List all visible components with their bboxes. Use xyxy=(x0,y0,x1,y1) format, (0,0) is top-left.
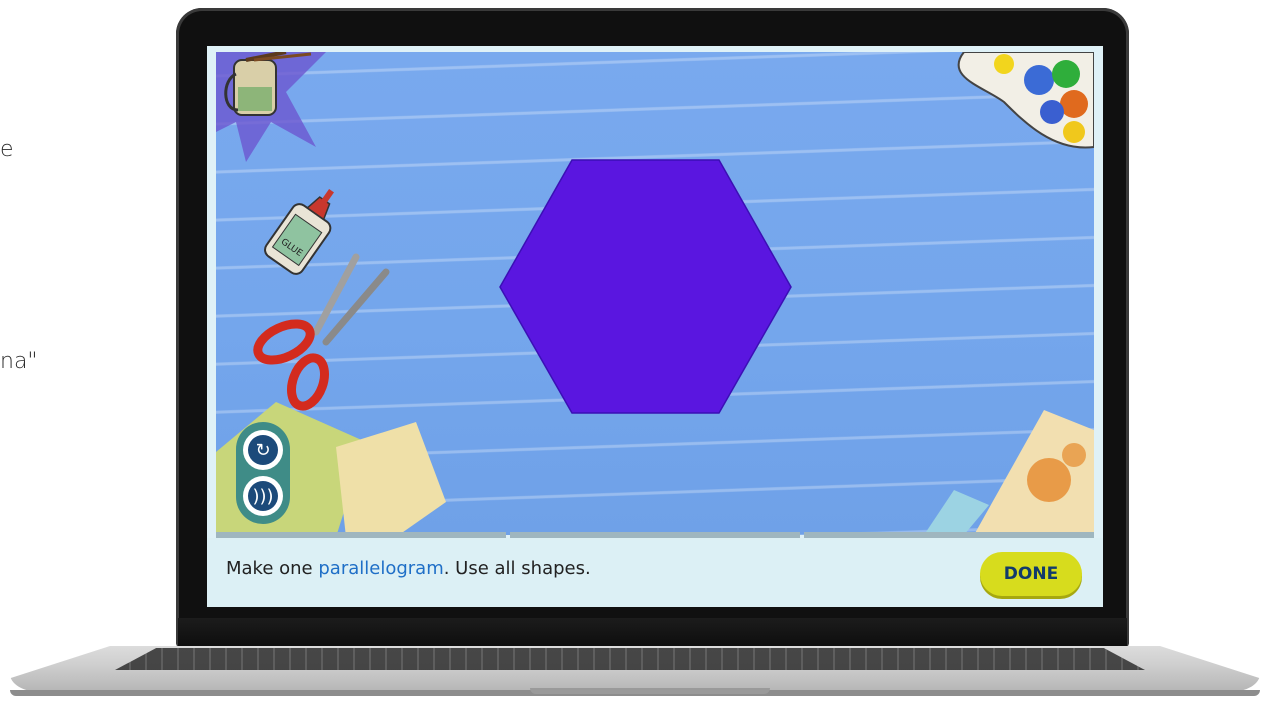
laptop-bezel-bottom xyxy=(178,618,1127,648)
laptop-keyboard xyxy=(115,648,1145,670)
side-controls: ↻ ))) xyxy=(236,422,290,524)
app-screen: GLUE ↻))) Make one parallelogram. Use a… xyxy=(207,46,1103,607)
done-button[interactable]: DONE xyxy=(980,552,1082,596)
scissors-decoration xyxy=(253,253,390,411)
speaker-icon: ))) xyxy=(248,481,278,511)
instruction-prefix: Make one xyxy=(226,558,319,579)
painted-paper-decoration xyxy=(924,410,1094,535)
instruction-suffix: . Use all shapes. xyxy=(443,558,591,579)
instruction-text: Make one parallelogram. Use all shapes. xyxy=(226,558,591,579)
paint-palette-decoration xyxy=(957,52,1094,149)
hexagon-shape[interactable] xyxy=(499,159,793,415)
reset-button[interactable]: ↻ xyxy=(243,430,283,470)
background-text-fragment: e xyxy=(0,137,14,162)
instruction-bar: Make one parallelogram. Use all shapes. … xyxy=(207,538,1103,607)
play-area: GLUE ↻))) xyxy=(216,52,1094,535)
audio-button[interactable]: ))) xyxy=(243,476,283,516)
background-text-fragment: na" xyxy=(0,349,38,374)
refresh-icon: ↻ xyxy=(248,435,278,465)
paint-jar-decoration xyxy=(216,52,326,162)
instruction-keyword-link[interactable]: parallelogram xyxy=(318,558,443,579)
laptop-trackpad-notch xyxy=(530,688,770,694)
